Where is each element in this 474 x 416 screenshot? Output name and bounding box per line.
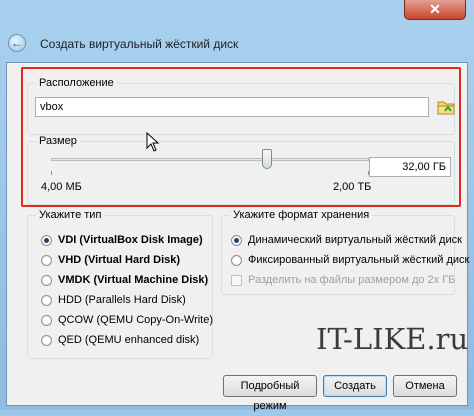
radio-fixed[interactable] — [231, 255, 242, 266]
radio-qed-label[interactable]: QED (QEMU enhanced disk) — [58, 334, 199, 346]
radio-hdd-label[interactable]: HDD (Parallels Hard Disk) — [58, 294, 186, 306]
radio-dynamic[interactable] — [231, 235, 242, 246]
radio-vhd[interactable] — [41, 255, 52, 266]
back-arrow-icon: ← — [11, 36, 23, 50]
radio-qed[interactable] — [41, 335, 52, 346]
size-highlight-frame — [21, 67, 461, 207]
radio-dynamic-label[interactable]: Динамический виртуальный жёсткий диск — [248, 234, 462, 246]
radio-fixed-label[interactable]: Фиксированный виртуальный жёсткий диск — [248, 254, 469, 266]
radio-hdd[interactable] — [41, 295, 52, 306]
radio-qcow-label[interactable]: QCOW (QEMU Copy-On-Write) — [58, 314, 213, 326]
expert-mode-button[interactable]: Подробный режим — [223, 375, 317, 412]
radio-vdi-label[interactable]: VDI (VirtualBox Disk Image) — [58, 234, 203, 246]
split-files-label: Разделить на файлы размером до 2х ГБ — [248, 274, 456, 286]
create-button[interactable]: Создать — [323, 375, 387, 397]
radio-qcow[interactable] — [41, 315, 52, 326]
split-files-checkbox[interactable] — [231, 275, 242, 286]
format-group-label: Укажите формат хранения — [230, 209, 373, 221]
cancel-button[interactable]: Отмена — [393, 375, 457, 397]
radio-vmdk-label[interactable]: VMDK (Virtual Machine Disk) — [58, 274, 208, 286]
radio-vmdk[interactable] — [41, 275, 52, 286]
watermark: IT-LIKE.ru — [316, 322, 469, 356]
radio-vdi[interactable] — [41, 235, 52, 246]
dialog-window: ✕ ← Создать виртуальный жёсткий диск Рас… — [0, 0, 474, 412]
close-icon: ✕ — [429, 1, 441, 17]
title-bar: ← Создать виртуальный жёсткий диск — [0, 26, 474, 62]
type-group-label: Укажите тип — [36, 209, 105, 221]
window-title: Создать виртуальный жёсткий диск — [40, 37, 239, 51]
close-button[interactable]: ✕ — [404, 0, 466, 20]
mouse-cursor-icon — [146, 132, 160, 152]
radio-vhd-label[interactable]: VHD (Virtual Hard Disk) — [58, 254, 180, 266]
back-button[interactable]: ← — [8, 34, 26, 52]
